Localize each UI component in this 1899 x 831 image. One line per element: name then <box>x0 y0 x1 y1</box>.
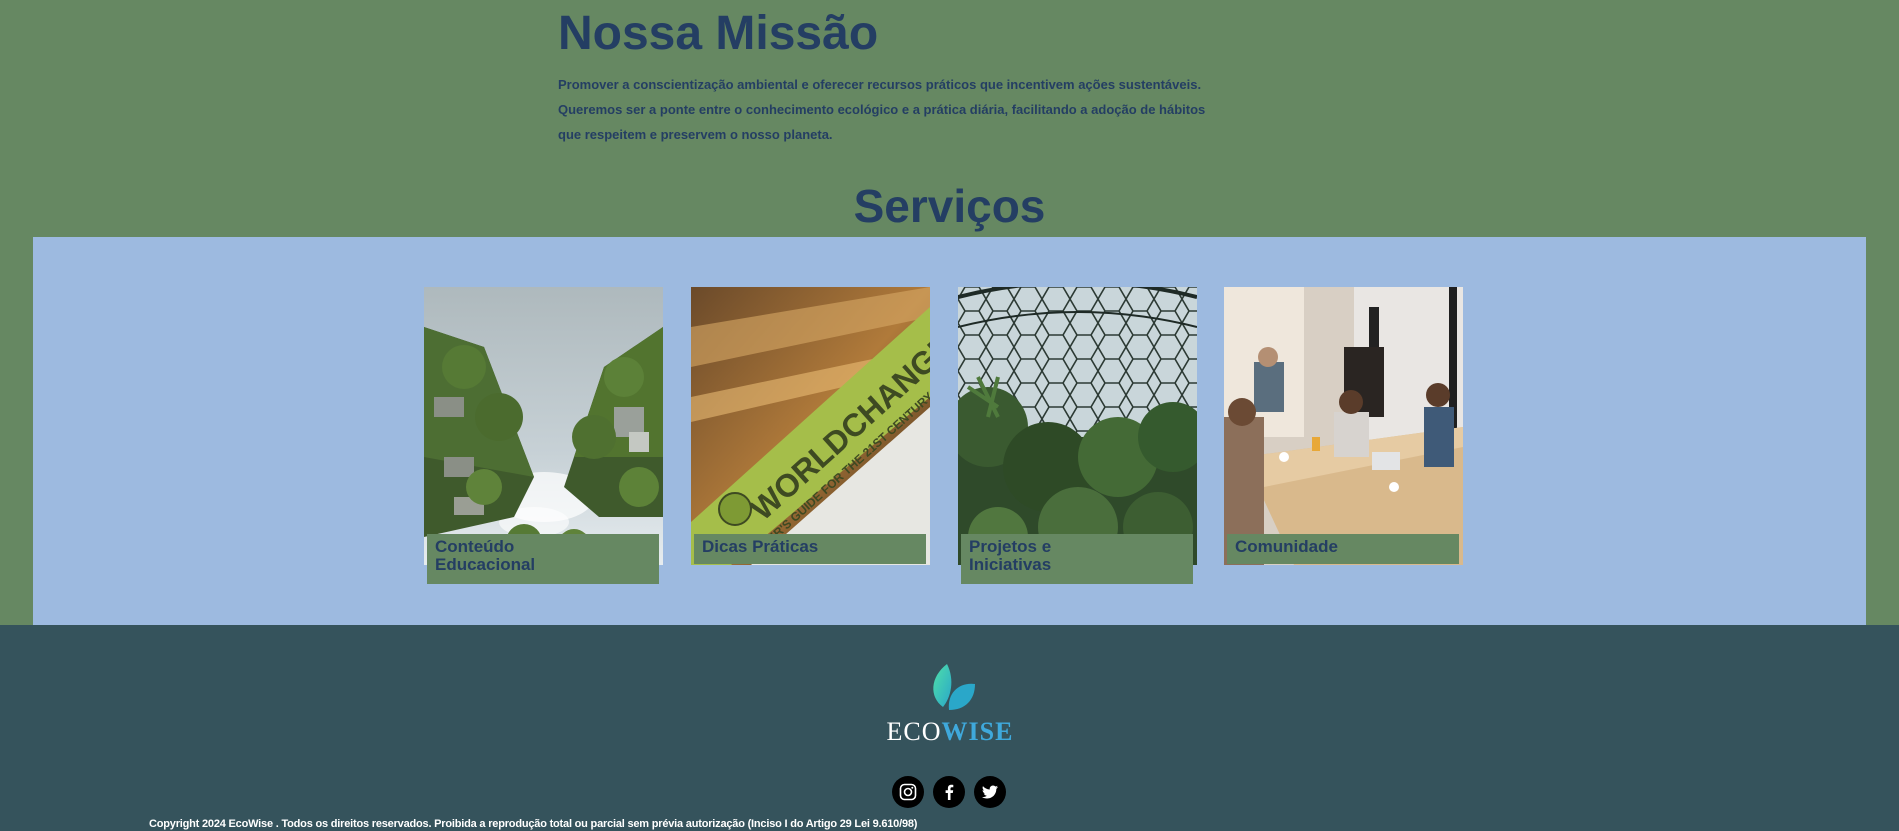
twitter-icon <box>982 785 998 799</box>
service-caption-line: Dicas Práticas <box>702 537 819 556</box>
service-card-community[interactable]: Comunidade <box>1224 287 1463 565</box>
mission-text: Promover a conscientização ambiental e o… <box>558 72 1238 147</box>
services-band <box>33 237 1866 625</box>
service-caption-line: Projetos e <box>969 537 1052 556</box>
service-card-projects-initiatives[interactable]: Projetos e Iniciativas <box>958 287 1197 584</box>
cafe-community-image <box>1224 287 1463 565</box>
vertical-forest-image <box>424 287 663 565</box>
twitter-link[interactable] <box>974 776 1006 808</box>
facebook-link[interactable] <box>933 776 965 808</box>
instagram-icon <box>899 783 917 801</box>
service-card-educational-content[interactable]: Conteúdo Educacional <box>424 287 663 584</box>
service-caption-line: Conteúdo <box>435 537 515 556</box>
copyright-text: Copyright 2024 EcoWise . Todos os direit… <box>149 818 918 830</box>
mission-title: Nossa Missão <box>558 7 879 60</box>
book-image: WORLDCHANGING A USER'S GUIDE FOR THE 21S… <box>691 287 930 565</box>
service-card-practical-tips[interactable]: WORLDCHANGING A USER'S GUIDE FOR THE 21S… <box>691 287 930 565</box>
service-caption: Comunidade <box>1227 534 1459 564</box>
services-title: Serviços <box>853 180 1046 232</box>
logo-wise-text: WISE <box>941 717 1014 746</box>
mission-text-line-1: Promover a conscientização ambiental e o… <box>558 77 1202 92</box>
service-caption-line: Comunidade <box>1235 537 1338 556</box>
instagram-link[interactable] <box>892 776 924 808</box>
service-caption: Projetos e Iniciativas <box>961 534 1193 584</box>
service-caption-line: Educacional <box>435 555 536 574</box>
logo-wordmark: ECOWISE <box>885 717 1015 747</box>
service-caption-line: Iniciativas <box>969 555 1052 574</box>
ecowise-logo[interactable]: ECOWISE <box>885 662 1015 747</box>
facebook-icon <box>945 784 954 800</box>
greenhouse-dome-image <box>958 287 1197 565</box>
logo-eco-text: ECO <box>886 717 942 746</box>
service-caption: Dicas Práticas <box>694 534 926 564</box>
mission-text-line-3: que respeitem e preservem o nosso planet… <box>558 127 833 142</box>
mission-section: Nossa Missão Promover a conscientização … <box>558 6 1238 147</box>
service-caption: Conteúdo Educacional <box>427 534 659 584</box>
mission-text-line-2: Queremos ser a ponte entre o conheciment… <box>558 102 1206 117</box>
leaf-logo-icon <box>933 664 975 710</box>
